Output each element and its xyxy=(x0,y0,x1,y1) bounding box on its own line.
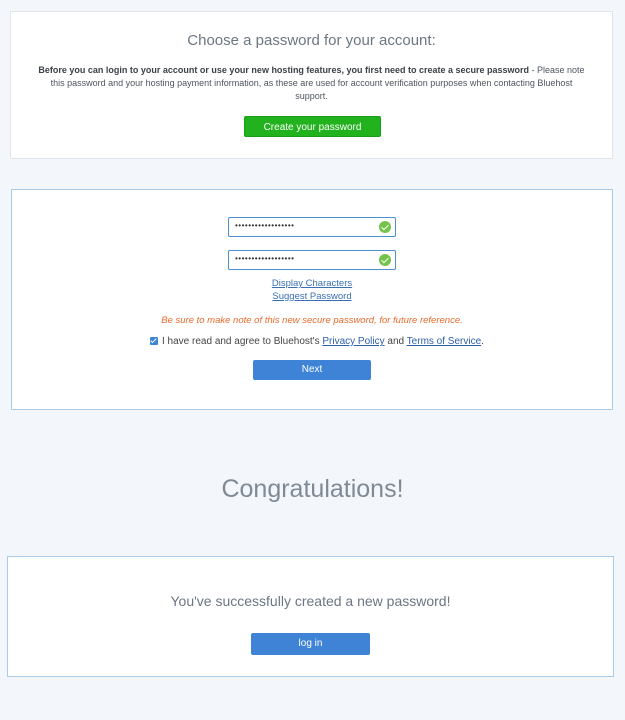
password-input-value: •••••••••••••••••• xyxy=(235,221,295,230)
suggest-password-link[interactable]: Suggest Password xyxy=(12,291,612,302)
privacy-policy-link[interactable]: Privacy Policy xyxy=(322,336,384,347)
login-button[interactable]: log in xyxy=(251,633,370,655)
success-message: You've successfully created a new passwo… xyxy=(170,593,451,609)
display-characters-link[interactable]: Display Characters xyxy=(12,278,612,289)
agree-suffix-text: . xyxy=(481,336,484,347)
password-input[interactable]: •••••••••••••••••• xyxy=(228,217,396,237)
password-form-card: •••••••••••••••••• •••••••••••••••••• Di… xyxy=(11,189,613,410)
agree-terms-row: I have read and agree to Bluehost's Priv… xyxy=(150,336,484,347)
confirm-password-input-value: •••••••••••••••••• xyxy=(235,254,295,263)
choose-password-description: Before you can login to your account or … xyxy=(35,64,588,103)
choose-password-title: Choose a password for your account: xyxy=(187,32,436,49)
valid-check-icon xyxy=(379,254,391,266)
create-password-button[interactable]: Create your password xyxy=(244,116,381,137)
agree-prefix-text: I have read and agree to Bluehost's xyxy=(162,336,323,347)
agree-and-text: and xyxy=(384,336,407,347)
next-button[interactable]: Next xyxy=(253,360,371,380)
valid-check-icon xyxy=(379,221,391,233)
confirm-password-input[interactable]: •••••••••••••••••• xyxy=(228,250,396,270)
description-bold: Before you can login to your account or … xyxy=(38,65,530,75)
congratulations-title: Congratulations! xyxy=(221,475,404,503)
choose-password-card: Choose a password for your account: Befo… xyxy=(10,11,613,159)
warning-message: Be sure to make note of this new secure … xyxy=(161,315,463,326)
terms-of-service-link[interactable]: Terms of Service xyxy=(407,336,481,347)
agree-checkbox[interactable] xyxy=(150,337,158,345)
success-card: You've successfully created a new passwo… xyxy=(7,556,614,677)
